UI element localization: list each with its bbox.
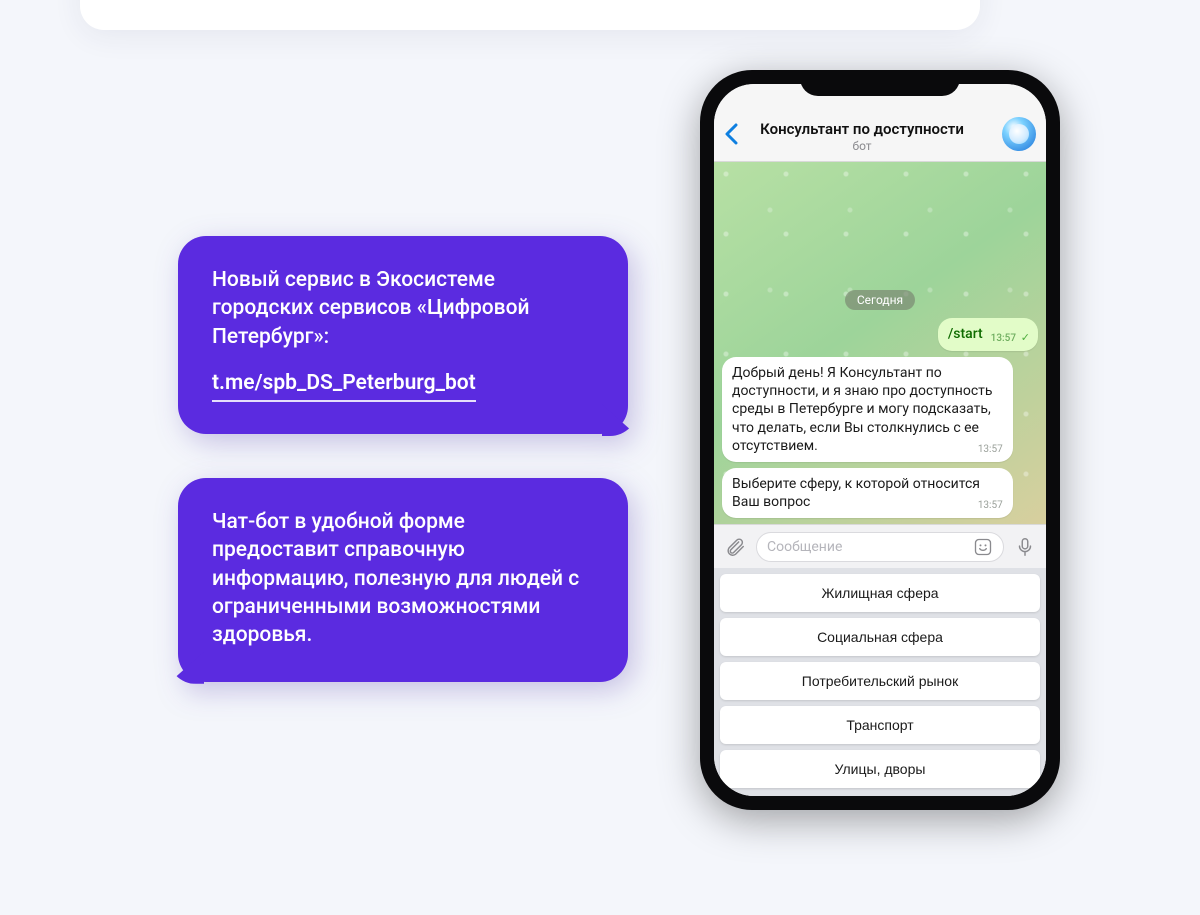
option-market[interactable]: Потребительский рынок xyxy=(720,662,1040,700)
message-input-bar: Сообщение xyxy=(714,524,1046,568)
option-social[interactable]: Социальная сфера xyxy=(720,618,1040,656)
phone-screen: Консультант по доступности бот Сегодня /… xyxy=(714,84,1046,796)
message-input-placeholder: Сообщение xyxy=(767,539,842,555)
chat-subtitle: бот xyxy=(722,139,1002,153)
option-streets[interactable]: Улицы, дворы xyxy=(720,750,1040,788)
reply-keyboard: Жилищная сфера Социальная сфера Потребит… xyxy=(714,568,1046,796)
message-time: 13:57 xyxy=(978,443,1003,456)
option-housing[interactable]: Жилищная сфера xyxy=(720,574,1040,612)
option-transport[interactable]: Транспорт xyxy=(720,706,1040,744)
microphone-icon[interactable] xyxy=(1012,534,1038,560)
read-checks-icon: ✓ xyxy=(1018,331,1030,344)
stickers-icon[interactable] xyxy=(973,537,993,557)
message-time: 13:57 xyxy=(991,333,1016,344)
message-outgoing-start[interactable]: /start 13:57 ✓ xyxy=(938,318,1038,351)
message-text: /start xyxy=(948,326,983,342)
info-callout-1: Новый сервис в Экосистеме городских серв… xyxy=(178,236,628,434)
message-text: Выберите сферу, к которой относится Ваш … xyxy=(732,476,980,510)
date-separator: Сегодня xyxy=(845,290,915,310)
top-card xyxy=(80,0,980,30)
message-incoming-greeting[interactable]: Добрый день! Я Консультант по доступност… xyxy=(722,357,1013,462)
chat-body[interactable]: Сегодня /start 13:57 ✓ Добрый день! Я Ко… xyxy=(714,162,1046,524)
phone-notch xyxy=(800,70,960,96)
callout-2-text: Чат-бот в удобной форме предоставит спра… xyxy=(212,508,594,650)
message-text: Добрый день! Я Консультант по доступност… xyxy=(732,365,993,454)
bot-avatar[interactable] xyxy=(1002,117,1036,151)
info-callout-2: Чат-бот в удобной форме предоставит спра… xyxy=(178,478,628,682)
chat-title[interactable]: Консультант по доступности xyxy=(722,120,1002,138)
phone-frame: Консультант по доступности бот Сегодня /… xyxy=(700,70,1060,810)
message-input[interactable]: Сообщение xyxy=(756,532,1004,562)
callout-1-text: Новый сервис в Экосистеме городских серв… xyxy=(212,266,594,351)
attach-icon[interactable] xyxy=(722,534,748,560)
bot-link[interactable]: t.me/spb_DS_Peterburg_bot xyxy=(212,369,476,402)
message-time: 13:57 xyxy=(978,499,1003,512)
message-incoming-prompt[interactable]: Выберите сферу, к которой относится Ваш … xyxy=(722,468,1013,518)
